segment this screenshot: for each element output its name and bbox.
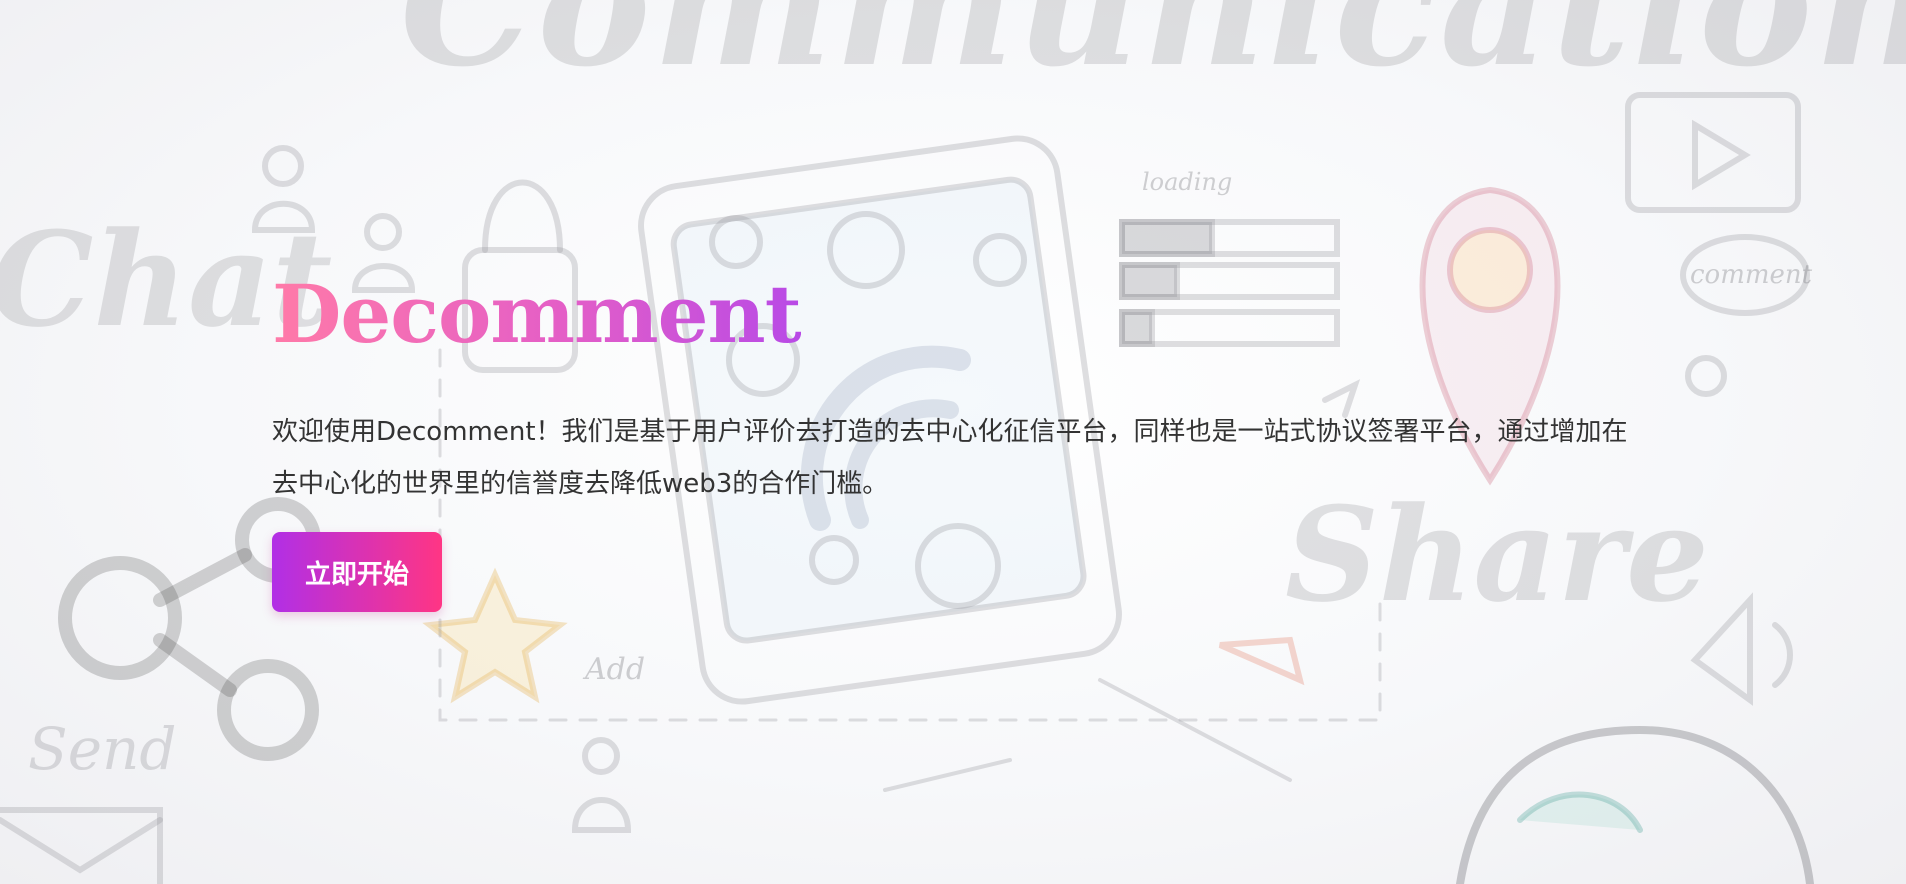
background-word-comment: comment — [1690, 260, 1813, 290]
background-word-loading: loading — [1142, 168, 1233, 196]
background-word-send: Send — [28, 715, 177, 783]
background-word-add: Add — [585, 652, 646, 687]
hero-section: Communication Chat Share Send loading co… — [0, 0, 1906, 884]
background-word-communication: Communication — [400, 0, 1906, 105]
intro-text: 欢迎使用Decomment！我们是基于用户评价去打造的去中心化征信平台，同样也是… — [272, 417, 1628, 499]
brand-title: Decomment — [272, 267, 802, 361]
hero-content: Decomment 欢迎使用Decomment！我们是基于用户评价去打造的去中心… — [272, 270, 1652, 612]
get-started-button[interactable]: 立即开始 — [272, 532, 442, 612]
